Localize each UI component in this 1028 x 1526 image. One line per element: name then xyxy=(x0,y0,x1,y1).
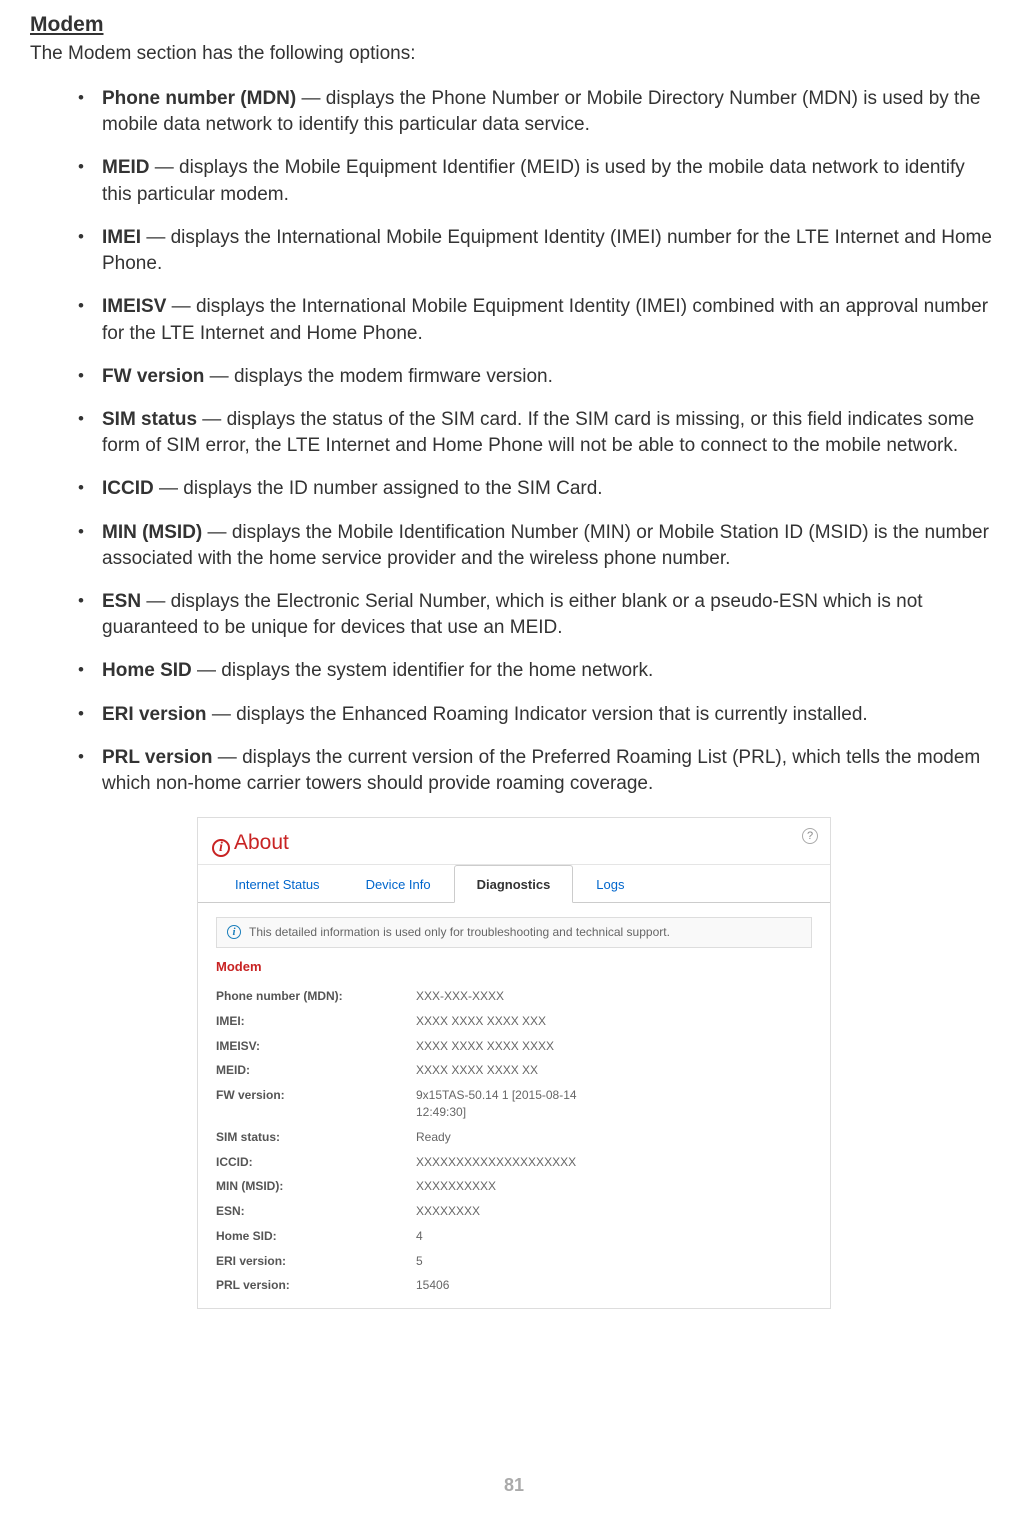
info-banner: i This detailed information is used only… xyxy=(216,917,812,948)
term: PRL version xyxy=(102,747,213,768)
list-item: SIM status — displays the status of the … xyxy=(78,407,998,459)
field-label: ICCID: xyxy=(216,1154,416,1171)
list-item: IMEISV — displays the International Mobi… xyxy=(78,294,998,346)
field-label: IMEISV: xyxy=(216,1038,416,1055)
list-item: ICCID — displays the ID number assigned … xyxy=(78,476,998,502)
desc: — displays the Electronic Serial Number,… xyxy=(102,591,923,638)
field-row: MIN (MSID):XXXXXXXXXX xyxy=(198,1174,830,1199)
term: Phone number (MDN) xyxy=(102,88,296,109)
field-value: 4 xyxy=(416,1228,596,1245)
field-value: 15406 xyxy=(416,1277,596,1294)
tab-internet-status[interactable]: Internet Status xyxy=(212,865,343,903)
help-icon[interactable]: ? xyxy=(802,828,818,844)
tab-device-info[interactable]: Device Info xyxy=(343,865,454,903)
field-value: XXXX XXXX XXXX XX xyxy=(416,1062,596,1079)
modem-section-title: Modem xyxy=(216,958,812,976)
about-title: About xyxy=(234,831,289,854)
tab-diagnostics[interactable]: Diagnostics xyxy=(454,865,574,903)
list-item: Phone number (MDN) — displays the Phone … xyxy=(78,86,998,138)
term: ERI version xyxy=(102,704,207,725)
desc: — displays the ID number assigned to the… xyxy=(154,478,603,499)
field-value: 5 xyxy=(416,1253,596,1270)
list-item: ESN — displays the Electronic Serial Num… xyxy=(78,589,998,641)
desc: — displays the current version of the Pr… xyxy=(102,747,980,794)
modem-options-list: Phone number (MDN) — displays the Phone … xyxy=(30,86,998,797)
page-number: 81 xyxy=(30,1473,998,1498)
field-label: MIN (MSID): xyxy=(216,1178,416,1195)
field-row: ERI version:5 xyxy=(198,1249,830,1274)
list-item: MEID — displays the Mobile Equipment Ide… xyxy=(78,155,998,207)
field-row: ICCID:XXXXXXXXXXXXXXXXXXXX xyxy=(198,1150,830,1175)
desc: — displays the system identifier for the… xyxy=(192,660,653,681)
info-icon: i xyxy=(227,925,241,939)
desc: — displays the Mobile Equipment Identifi… xyxy=(102,157,965,204)
about-header: iAbout ? xyxy=(198,818,830,864)
desc: — displays the Enhanced Roaming Indicato… xyxy=(207,704,868,725)
field-value: XXXXXXXX xyxy=(416,1203,596,1220)
term: ICCID xyxy=(102,478,154,499)
term: Home SID xyxy=(102,660,192,681)
field-value: XXXX XXXX XXXX XXX xyxy=(416,1013,596,1030)
field-label: ERI version: xyxy=(216,1253,416,1270)
desc: — displays the modem firmware version. xyxy=(204,366,552,387)
field-label: FW version: xyxy=(216,1087,416,1121)
desc: — displays the International Mobile Equi… xyxy=(102,227,992,274)
term: FW version xyxy=(102,366,204,387)
field-value: XXXX XXXX XXXX XXXX xyxy=(416,1038,596,1055)
field-row: PRL version:15406 xyxy=(198,1273,830,1308)
field-row: SIM status:Ready xyxy=(198,1125,830,1150)
list-item: Home SID — displays the system identifie… xyxy=(78,658,998,684)
field-row: IMEISV:XXXX XXXX XXXX XXXX xyxy=(198,1034,830,1059)
field-label: SIM status: xyxy=(216,1129,416,1146)
desc: — displays the Mobile Identification Num… xyxy=(102,522,989,569)
desc: — displays the International Mobile Equi… xyxy=(102,296,988,343)
list-item: PRL version — displays the current versi… xyxy=(78,745,998,797)
intro-text: The Modem section has the following opti… xyxy=(30,41,998,68)
list-item: IMEI — displays the International Mobile… xyxy=(78,225,998,277)
about-panel: iAbout ? Internet Status Device Info Dia… xyxy=(197,817,831,1309)
field-value: XXXXXXXXXXXXXXXXXXXX xyxy=(416,1154,596,1171)
field-value: XXX-XXX-XXXX xyxy=(416,988,596,1005)
field-value: 9x15TAS-50.14 1 [2015-08-14 12:49:30] xyxy=(416,1087,596,1121)
list-item: FW version — displays the modem firmware… xyxy=(78,364,998,390)
tab-logs[interactable]: Logs xyxy=(573,865,647,903)
list-item: MIN (MSID) — displays the Mobile Identif… xyxy=(78,520,998,572)
field-label: Home SID: xyxy=(216,1228,416,1245)
field-value: XXXXXXXXXX xyxy=(416,1178,596,1195)
field-label: MEID: xyxy=(216,1062,416,1079)
desc: — displays the status of the SIM card. I… xyxy=(102,409,974,456)
info-icon: i xyxy=(212,839,230,857)
field-row: Phone number (MDN):XXX-XXX-XXXX xyxy=(198,984,830,1009)
field-label: ESN: xyxy=(216,1203,416,1220)
term: MEID xyxy=(102,157,150,178)
term: MIN (MSID) xyxy=(102,522,202,543)
field-label: PRL version: xyxy=(216,1277,416,1294)
field-row: MEID:XXXX XXXX XXXX XX xyxy=(198,1058,830,1083)
field-label: IMEI: xyxy=(216,1013,416,1030)
term: ESN xyxy=(102,591,141,612)
list-item: ERI version — displays the Enhanced Roam… xyxy=(78,702,998,728)
term: SIM status xyxy=(102,409,197,430)
term: IMEISV xyxy=(102,296,166,317)
field-value: Ready xyxy=(416,1129,596,1146)
field-row: IMEI:XXXX XXXX XXXX XXX xyxy=(198,1009,830,1034)
field-row: ESN:XXXXXXXX xyxy=(198,1199,830,1224)
field-label: Phone number (MDN): xyxy=(216,988,416,1005)
heading-modem: Modem xyxy=(30,10,998,39)
term: IMEI xyxy=(102,227,141,248)
field-row: FW version:9x15TAS-50.14 1 [2015-08-14 1… xyxy=(198,1083,830,1125)
field-row: Home SID:4 xyxy=(198,1224,830,1249)
tab-bar: Internet Status Device Info Diagnostics … xyxy=(198,865,830,903)
banner-text: This detailed information is used only f… xyxy=(249,924,670,941)
